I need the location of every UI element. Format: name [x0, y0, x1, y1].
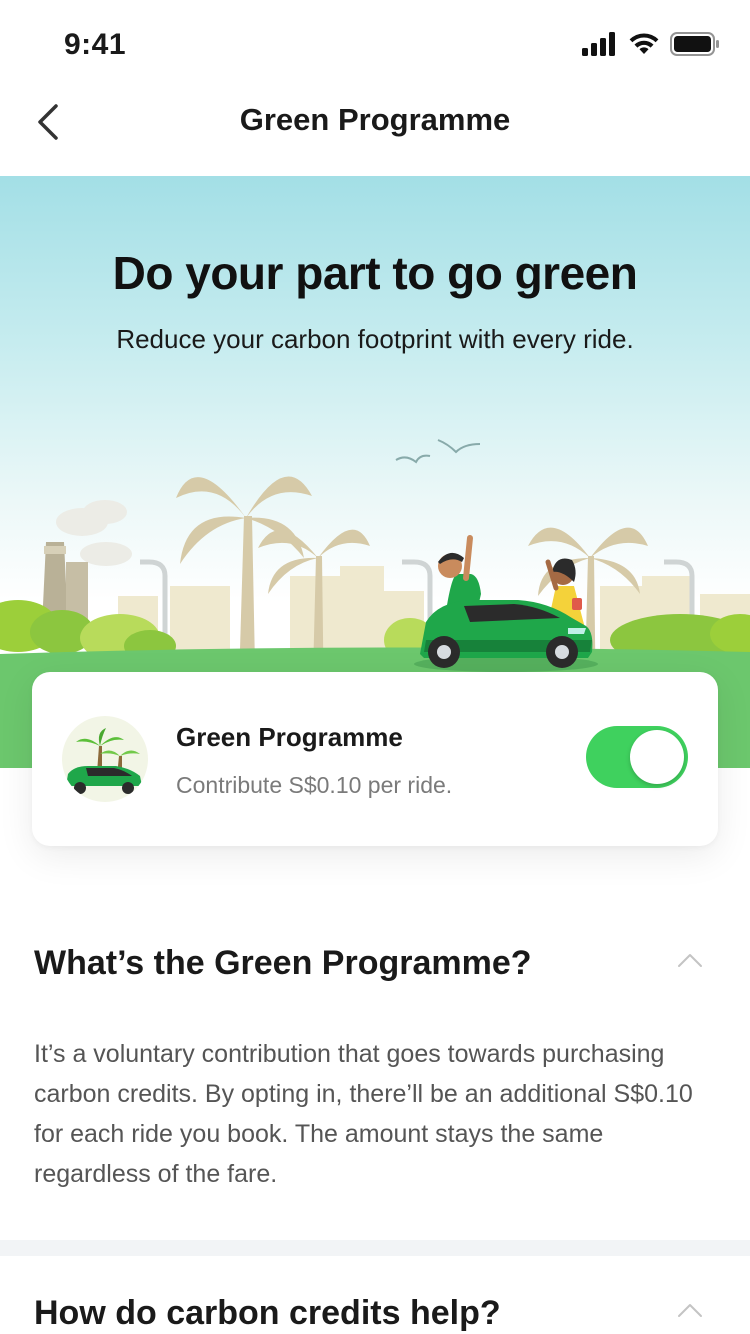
signal-icon — [582, 32, 615, 56]
card-title: Green Programme — [176, 722, 403, 752]
status-time: 9:41 — [64, 28, 127, 61]
page-title: Green Programme — [239, 102, 511, 137]
chevron-up-icon[interactable] — [676, 1300, 704, 1320]
battery-icon — [670, 32, 719, 56]
green-programme-card: Green Programme Contribute S$0.10 per ri… — [32, 672, 718, 846]
green-programme-toggle[interactable] — [586, 726, 688, 788]
toggle-knob — [630, 730, 684, 784]
faq-item: How do carbon credits help? — [0, 1256, 750, 1334]
wifi-icon — [629, 33, 659, 54]
status-bar: 9:41 — [0, 0, 750, 88]
section-divider — [0, 1240, 750, 1256]
green-car-icon — [62, 716, 148, 802]
faq-question[interactable]: What’s the Green Programme? — [34, 944, 532, 983]
hero-title: Do your part to go green — [112, 247, 638, 299]
faq-question[interactable]: How do carbon credits help? — [34, 1294, 501, 1333]
hero-subtitle: Reduce your carbon footprint with every … — [116, 324, 634, 354]
card-subtitle: Contribute S$0.10 per ride. — [176, 772, 453, 798]
nav-bar: Green Programme — [0, 88, 750, 176]
faq-item: What’s the Green Programme? It’s a volun… — [0, 906, 750, 1240]
chevron-up-icon[interactable] — [676, 950, 704, 970]
status-icons — [582, 32, 720, 56]
faq-answer: It’s a voluntary contribution that goes … — [34, 1040, 693, 1188]
